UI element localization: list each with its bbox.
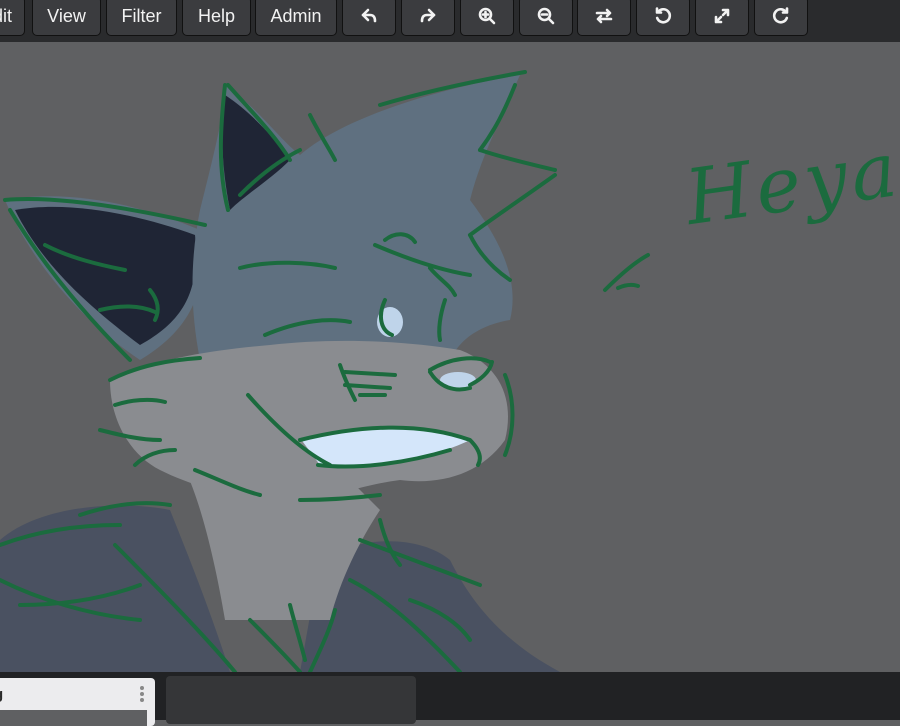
- filter-menu-button[interactable]: Filter: [106, 0, 177, 36]
- bottom-panel-bar: g: [0, 672, 900, 726]
- menu-toolbar: Edit View Filter Help Admin: [0, 0, 900, 42]
- redo-button[interactable]: [401, 0, 455, 36]
- empty-panel-tab[interactable]: [166, 676, 416, 724]
- help-menu-button[interactable]: Help: [182, 0, 251, 36]
- fullscreen-icon: [714, 8, 730, 24]
- zoom-in-button[interactable]: [460, 0, 514, 36]
- layer-thumbnail: [0, 710, 147, 726]
- admin-menu-button[interactable]: Admin: [255, 0, 337, 36]
- flip-horizontal-icon: [595, 8, 613, 24]
- edit-menu-label: Edit: [0, 5, 12, 26]
- undo-icon: [361, 8, 377, 23]
- hoodie-shape: [0, 505, 230, 672]
- flip-button[interactable]: [577, 0, 631, 36]
- drawing-canvas[interactable]: Heya!: [0, 42, 900, 672]
- rotate-left-icon: [655, 7, 672, 24]
- zoom-out-button[interactable]: [519, 0, 573, 36]
- zoom-in-icon: [478, 7, 496, 25]
- fullscreen-button[interactable]: [695, 0, 749, 36]
- drawing-artwork: [0, 70, 650, 672]
- undo-button[interactable]: [342, 0, 396, 36]
- layer-panel[interactable]: g: [0, 678, 155, 726]
- rotate-left-button[interactable]: [636, 0, 690, 36]
- redo-icon: [420, 8, 436, 23]
- more-vertical-icon[interactable]: [139, 686, 145, 704]
- edit-menu-button[interactable]: Edit: [0, 0, 25, 36]
- muzzle-shape: [110, 340, 508, 510]
- layer-name-label: g: [0, 686, 3, 703]
- rotate-right-icon: [772, 7, 789, 24]
- rotate-right-button[interactable]: [754, 0, 808, 36]
- view-menu-button[interactable]: View: [32, 0, 101, 36]
- zoom-out-icon: [537, 7, 555, 25]
